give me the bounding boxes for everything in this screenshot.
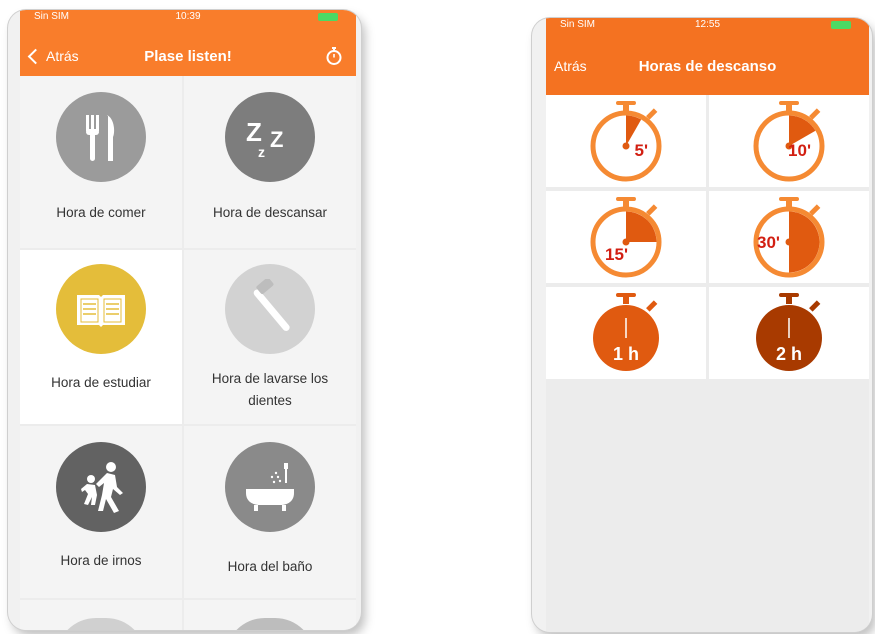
tile-hora-de-irnos[interactable]: Hora de irnos (20, 426, 182, 598)
timer-option[interactable]: 5' (546, 95, 706, 187)
timer-label: 15' (605, 245, 628, 264)
battery-icon (318, 13, 338, 21)
svg-text:Z: Z (246, 117, 262, 147)
tile-hora-de-comer[interactable]: Hora de comer (20, 76, 182, 248)
right-phone-screen: Sin SIM 12:55 Atrás Horas de descanso 5'… (532, 18, 872, 632)
left-status-bar: Sin SIM 10:39 (20, 10, 356, 24)
timer-grid: 5' 10' 15' 30' 1 h 2 h (546, 95, 869, 632)
tile-label: Hora de comer (56, 205, 146, 220)
timer-option[interactable]: 15' (546, 191, 706, 283)
tile-partial[interactable] (184, 600, 356, 630)
tile-partial[interactable] (20, 600, 182, 630)
stopwatch-icon: 2 h (756, 293, 822, 371)
tile-label: Hora de lavarse los dientes (211, 371, 329, 408)
partial-icon (225, 618, 315, 630)
stopwatch-icon: 10' (753, 101, 825, 182)
fork-knife-icon (56, 92, 146, 182)
timer-option[interactable]: 10' (709, 95, 869, 187)
tile-label: Hora de estudiar (51, 375, 151, 390)
tile-hora-de-estudiar[interactable]: Hora de estudiar (20, 250, 182, 424)
tile-label: Hora del baño (227, 559, 313, 574)
page-title: Horas de descanso (638, 58, 777, 75)
battery-icon (831, 21, 851, 29)
open-book-icon (56, 264, 146, 354)
stopwatch-icon[interactable] (324, 46, 344, 66)
page-title: Plase listen! (144, 48, 232, 65)
stopwatch-icon: 5' (590, 101, 662, 182)
stopwatch-icon: 1 h (593, 293, 659, 371)
partial-icon (56, 618, 146, 630)
timer-label: 5' (635, 141, 649, 160)
timer-option[interactable]: 30' (709, 191, 869, 283)
left-phone-screen: Sin SIM 10:39 Atrás Plase listen! Hora d… (8, 10, 361, 630)
timer-option[interactable]: 1 h (546, 287, 706, 379)
stopwatch-icon: 15' (590, 197, 662, 278)
stopwatch-icon: 30' (753, 197, 825, 278)
timer-label: 2 h (776, 344, 802, 364)
tile-label: Hora de descansar (212, 205, 328, 220)
timer-label: 30' (757, 233, 780, 252)
svg-text:Z: Z (270, 127, 283, 152)
tile-hora-del-bano[interactable]: Hora del baño (184, 426, 356, 598)
walking-people-icon (56, 442, 146, 532)
timer-label: 10' (788, 141, 811, 160)
timer-option[interactable]: 2 h (709, 287, 869, 379)
clock-label: 10:39 (175, 11, 201, 22)
toothbrush-icon (225, 264, 315, 354)
sleep-zzz-icon: Z Z z (225, 92, 315, 182)
tile-label: Hora de irnos (60, 553, 142, 568)
clock-label: 12:55 (694, 19, 721, 30)
activity-grid: Hora de comer Z Z z Hora de descansar Ho… (20, 76, 356, 630)
bathtub-icon (225, 442, 315, 532)
svg-text:z: z (258, 144, 265, 160)
right-nav-bar: Sin SIM 12:55 Atrás Horas de descanso (546, 18, 869, 95)
right-status-bar: Sin SIM 12:55 (546, 18, 869, 32)
tile-hora-de-lavarse-los-dientes[interactable]: Hora de lavarse los dientes (184, 250, 356, 424)
tile-hora-de-descansar[interactable]: Z Z z Hora de descansar (184, 76, 356, 248)
left-nav-bar: Sin SIM 10:39 Atrás Plase listen! (20, 10, 356, 76)
timer-label: 1 h (613, 344, 639, 364)
